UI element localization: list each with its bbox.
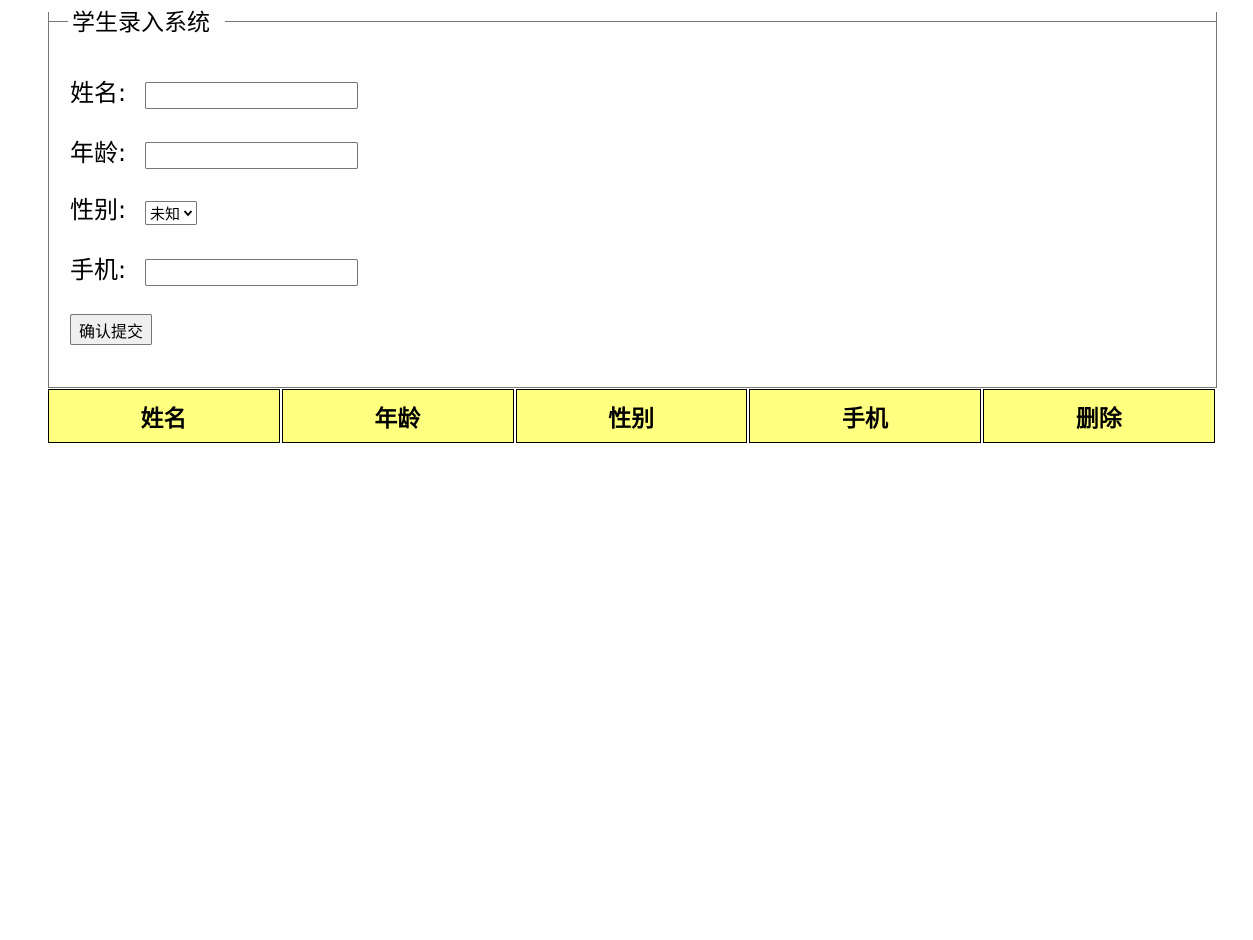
phone-input[interactable] bbox=[145, 259, 358, 286]
submit-button[interactable]: 确认提交 bbox=[70, 314, 153, 345]
gender-label: 性别: bbox=[70, 196, 127, 224]
header-phone: 手机 bbox=[749, 389, 982, 443]
header-gender: 性别 bbox=[515, 389, 748, 443]
phone-row: 手机: bbox=[70, 253, 358, 286]
chevron-down-icon bbox=[183, 210, 193, 217]
header-age: 年龄 bbox=[281, 389, 514, 443]
age-input[interactable] bbox=[145, 142, 358, 169]
header-delete: 删除 bbox=[983, 389, 1215, 443]
table-header-row: 姓名 年龄 性别 手机 删除 bbox=[48, 389, 1215, 443]
name-label: 姓名: bbox=[70, 78, 127, 107]
page: 学生录入系统 姓名: 年龄: 性别: 未知 手机: 确认提交 姓名 年龄 性别 … bbox=[0, 0, 1253, 940]
student-table: 姓名 年龄 性别 手机 删除 bbox=[46, 389, 1217, 443]
header-name: 姓名 bbox=[48, 389, 280, 443]
fieldset-border-left bbox=[48, 21, 68, 22]
age-row: 年龄: bbox=[70, 136, 358, 169]
phone-label: 手机: bbox=[70, 255, 127, 284]
gender-selected-value: 未知 bbox=[150, 204, 181, 223]
gender-row: 性别: 未知 bbox=[70, 195, 198, 225]
name-row: 姓名: bbox=[70, 76, 358, 109]
form-legend: 学生录入系统 bbox=[72, 10, 210, 36]
age-label: 年龄: bbox=[70, 138, 127, 167]
student-entry-fieldset bbox=[48, 12, 1217, 388]
gender-select[interactable]: 未知 bbox=[145, 201, 198, 225]
fieldset-border-right bbox=[225, 21, 1217, 22]
name-input[interactable] bbox=[145, 82, 358, 109]
